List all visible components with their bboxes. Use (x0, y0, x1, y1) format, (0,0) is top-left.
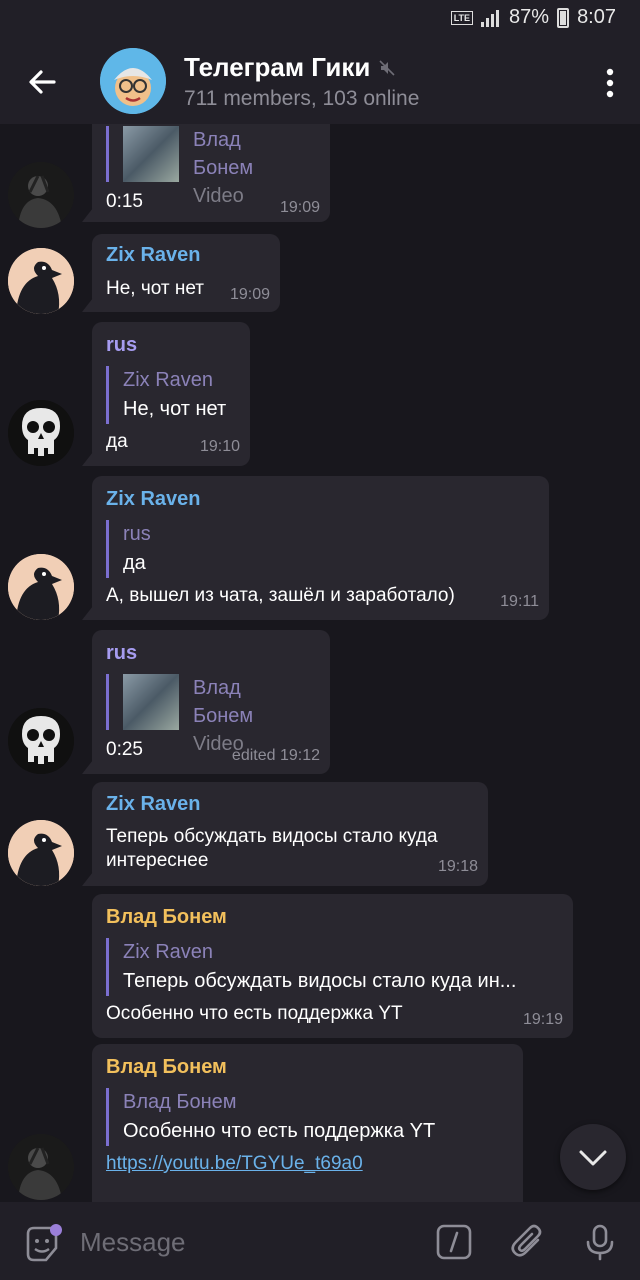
reply-sender: Zix Raven (123, 369, 214, 391)
video-duration: 0:15 (106, 191, 143, 212)
reply-text: Особенно что есть поддержка YT (123, 1120, 436, 1142)
reply-quote[interactable]: Zix Raven Не, чот нет (106, 366, 226, 424)
message-bubble[interactable]: rus Zix Raven Не, чот нет да 19:10 (82, 322, 250, 466)
avatar[interactable] (8, 248, 74, 314)
message-bubble[interactable]: Влад Бонем Zix Raven Теперь обсуждать ви… (92, 894, 573, 1038)
avatar[interactable] (8, 554, 74, 620)
reply-text: Не, чот нет (123, 398, 227, 420)
message[interactable]: Влад Бонем Video 0:15 19:09 (0, 124, 640, 228)
message-time: 19:11 (500, 593, 539, 610)
message-bubble[interactable]: Влад Бонем Video 0:15 19:09 (82, 124, 330, 222)
message[interactable]: rus Zix Raven Не, чот нет да 19:10 (0, 322, 640, 468)
message-bubble[interactable]: Zix Raven Не, чот нет 19:09 (82, 234, 280, 312)
member-count: 711 members, 103 online (184, 87, 420, 110)
message-text: А, вышел из чата, зашёл и заработало) (106, 585, 455, 606)
sender-name[interactable]: Zix Raven (106, 488, 200, 511)
reply-sender: Влад Бонем (123, 1091, 237, 1113)
muted-icon (379, 59, 395, 76)
avatar[interactable] (8, 400, 74, 466)
battery-icon (557, 7, 570, 28)
microphone-icon[interactable] (580, 1222, 620, 1262)
message-time: 19:18 (437, 858, 478, 875)
lte-icon: LTE (450, 10, 474, 25)
reply-quote[interactable]: rus да (106, 520, 151, 578)
message-text-line: Теперь обсуждать видосы стало куда (106, 826, 438, 847)
more-options-icon[interactable] (604, 68, 616, 98)
message-bubble[interactable]: Zix Raven Теперь обсуждать видосы стало … (82, 782, 488, 886)
sender-name[interactable]: rus (106, 334, 137, 357)
scroll-down-button[interactable] (560, 1124, 626, 1190)
reply-quote[interactable]: Zix Raven Теперь обсуждать видосы стало … (106, 938, 516, 996)
message-time: 19:09 (279, 199, 320, 216)
message-bubble[interactable]: Zix Raven rus да А, вышел из чата, зашёл… (82, 476, 549, 620)
reply-quote[interactable]: Влад Бонем Video (106, 674, 306, 755)
chat-header: Телеграм Гики 711 members, 103 online (0, 38, 640, 124)
video-thumbnail (123, 674, 179, 730)
sender-name[interactable]: Влад Бонем (106, 1056, 227, 1079)
sticker-emoji-icon[interactable] (22, 1224, 62, 1264)
clock: 8:07 (577, 6, 616, 28)
video-duration: 0:25 (106, 739, 143, 760)
reply-sender: Zix Raven (123, 941, 214, 963)
reply-sender: rus (123, 523, 151, 545)
youtube-link[interactable]: https://youtu.be/TGYUe_t69a0 (106, 1152, 363, 1176)
message-text: Особенно что есть поддержка YT (106, 1003, 403, 1024)
message-text: да (106, 431, 128, 452)
group-avatar[interactable] (100, 48, 166, 114)
battery-percent: 87% (509, 6, 550, 28)
composer-bar (0, 1202, 640, 1280)
reply-sender: Влад Бонем (193, 677, 254, 727)
sender-name[interactable]: Zix Raven (106, 244, 200, 267)
raven-avatar-icon (8, 820, 74, 886)
message-input[interactable] (80, 1220, 400, 1264)
message-bubble[interactable]: Влад Бонем Влад Бонем Особенно что есть … (92, 1044, 523, 1202)
message-time: 19:09 (229, 286, 270, 303)
message[interactable]: rus Влад Бонем Video 0:25 edited 19:12 (0, 630, 640, 776)
avatar[interactable] (8, 1134, 74, 1200)
skull-avatar-icon (8, 708, 74, 774)
avatar[interactable] (8, 820, 74, 886)
sender-name[interactable]: Zix Raven (106, 793, 200, 816)
skull-avatar-icon (8, 400, 74, 466)
attach-icon[interactable] (508, 1222, 548, 1262)
reply-sender: Влад Бонем (193, 129, 254, 179)
avatar[interactable] (8, 708, 74, 774)
message-text-line: интереснее (106, 850, 209, 871)
back-arrow-icon[interactable] (22, 62, 62, 102)
message[interactable]: Zix Raven Не, чот нет 19:09 (0, 234, 640, 314)
raven-avatar-icon (8, 248, 74, 314)
message[interactable]: Влад Бонем Zix Raven Теперь обсуждать ви… (0, 894, 640, 1040)
message-text: Не, чот нет (106, 278, 205, 299)
message[interactable]: Zix Raven rus да А, вышел из чата, зашёл… (0, 476, 640, 622)
bot-commands-icon[interactable] (434, 1222, 474, 1262)
chat-title: Телеграм Гики (184, 52, 371, 82)
geek-avatar-icon (100, 48, 166, 114)
status-bar: LTE 87% 8:07 (0, 0, 640, 38)
message-list[interactable]: Влад Бонем Video 0:15 19:09 Zix Raven Не… (0, 124, 640, 1202)
user-photo-icon (8, 162, 74, 228)
video-thumbnail (123, 126, 179, 182)
message-bubble[interactable]: rus Влад Бонем Video 0:25 edited 19:12 (82, 630, 330, 774)
sender-name[interactable]: rus (106, 642, 137, 665)
user-photo-icon (8, 1134, 74, 1200)
reply-text: Теперь обсуждать видосы стало куда ин... (123, 970, 517, 992)
chevron-down-icon (579, 1150, 607, 1166)
reply-quote[interactable]: Влад Бонем Особенно что есть поддержка Y… (106, 1088, 435, 1146)
message-time: edited 19:12 (231, 747, 320, 764)
reply-text: да (123, 552, 146, 574)
signal-icon (481, 9, 500, 27)
message-time: 19:10 (199, 438, 240, 455)
message[interactable]: Влад Бонем Влад Бонем Особенно что есть … (0, 1044, 640, 1202)
message-time: 19:19 (522, 1011, 563, 1028)
raven-avatar-icon (8, 554, 74, 620)
avatar[interactable] (8, 162, 74, 228)
chat-title-row[interactable]: Телеграм Гики (184, 52, 396, 83)
reply-quote[interactable]: Влад Бонем Video (106, 126, 306, 207)
sender-name[interactable]: Влад Бонем (106, 906, 227, 929)
message[interactable]: Zix Raven Теперь обсуждать видосы стало … (0, 782, 640, 888)
